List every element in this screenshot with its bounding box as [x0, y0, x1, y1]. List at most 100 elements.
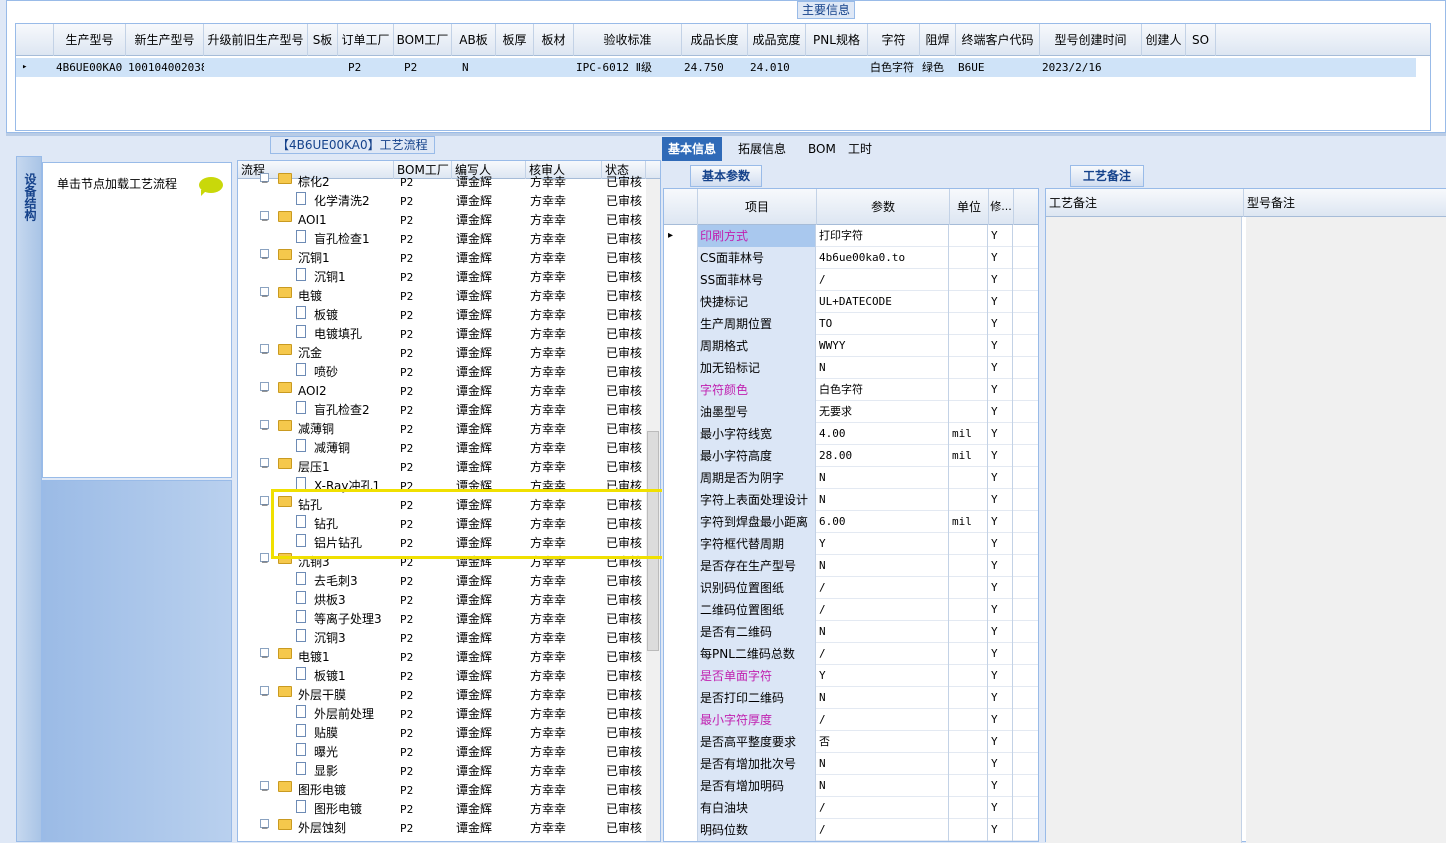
col-header-model-remark[interactable]: 型号备注	[1244, 189, 1295, 217]
tree-row[interactable]: 贴膜 P2 谭金辉 方幸幸 已审核	[238, 724, 648, 743]
tree-row[interactable]: 显影 P2 谭金辉 方幸幸 已审核	[238, 762, 648, 781]
param-value-cell[interactable]: /	[817, 797, 949, 819]
collapse-toggle-icon[interactable]: −	[260, 496, 269, 511]
param-value-cell[interactable]: /	[817, 709, 949, 731]
tree-row[interactable]: 盲孔检查2 P2 谭金辉 方幸幸 已审核	[238, 401, 648, 420]
param-row[interactable]: 字符框代替周期 Y Y	[664, 533, 1038, 555]
tree-row[interactable]: 等离子处理3 P2 谭金辉 方幸幸 已审核	[238, 610, 648, 629]
param-value-cell[interactable]: 4b6ue00ka0.to	[817, 247, 949, 269]
tree-row[interactable]: 沉铜1 P2 谭金辉 方幸幸 已审核	[238, 268, 648, 287]
param-row[interactable]: 最小字符厚度 / Y	[664, 709, 1038, 731]
param-value-cell[interactable]: TO	[817, 313, 949, 335]
param-value-cell[interactable]: 否	[817, 731, 949, 753]
tree-row[interactable]: − AOI1 P2 谭金辉 方幸幸 已审核	[238, 211, 648, 230]
param-value-cell[interactable]: 打印字符	[817, 225, 949, 247]
tree-row[interactable]: 喷砂 P2 谭金辉 方幸幸 已审核	[238, 363, 648, 382]
param-value-cell[interactable]: N	[817, 753, 949, 775]
col-header-param[interactable]: 参数	[817, 189, 950, 225]
param-row[interactable]: 是否有二维码 N Y	[664, 621, 1038, 643]
param-row[interactable]: 周期是否为阴字 N Y	[664, 467, 1038, 489]
tree-row[interactable]: 板镀 P2 谭金辉 方幸幸 已审核	[238, 306, 648, 325]
param-row[interactable]: 字符颜色 白色字符 Y	[664, 379, 1038, 401]
tree-row[interactable]: 图形电镀 P2 谭金辉 方幸幸 已审核	[238, 800, 648, 819]
param-value-cell[interactable]: /	[817, 577, 949, 599]
param-row[interactable]: 明码位数 / Y	[664, 819, 1038, 841]
param-value-cell[interactable]: N	[817, 775, 949, 797]
table-cell[interactable]: 白色字符	[870, 58, 920, 77]
tree-row[interactable]: − 沉金 P2 谭金辉 方幸幸 已审核	[238, 344, 648, 363]
col-header[interactable]: 创建人	[1142, 24, 1186, 56]
collapse-toggle-icon[interactable]: −	[260, 553, 269, 568]
param-row[interactable]: 有白油块 / Y	[664, 797, 1038, 819]
param-row[interactable]: 是否打印二维码 N Y	[664, 687, 1038, 709]
col-header[interactable]: 订单工厂	[338, 24, 394, 56]
collapse-toggle-icon[interactable]: −	[260, 648, 269, 663]
tab-work-hours[interactable]: 工时	[842, 137, 878, 161]
tab-basic-info[interactable]: 基本信息	[662, 137, 723, 161]
col-header[interactable]: PNL规格	[806, 24, 868, 56]
param-row[interactable]: 是否高平整度要求否 Y	[664, 731, 1038, 753]
tab-basic-params[interactable]: 基本参数	[690, 165, 762, 187]
param-value-cell[interactable]: /	[817, 269, 949, 291]
param-value-cell[interactable]: Y	[817, 665, 949, 687]
col-header[interactable]: S板	[308, 24, 338, 56]
col-header[interactable]: BOM工厂	[394, 24, 452, 56]
param-row[interactable]: 是否单面字符 Y Y	[664, 665, 1038, 687]
col-header[interactable]: 终端客户代码	[956, 24, 1040, 56]
col-header[interactable]: 型号创建时间	[1040, 24, 1142, 56]
collapse-toggle-icon[interactable]: −	[260, 819, 269, 834]
tree-row[interactable]: − 减薄铜 P2 谭金辉 方幸幸 已审核	[238, 420, 648, 439]
param-value-cell[interactable]: N	[817, 489, 949, 511]
model-remark-field[interactable]	[1246, 217, 1446, 843]
collapse-toggle-icon[interactable]: −	[260, 420, 269, 435]
table-row[interactable]: ▸ 4B6UE00KA010010400203895P2P2NIPC-6012 …	[16, 58, 1416, 77]
param-row[interactable]: 二维码位置图纸 / Y	[664, 599, 1038, 621]
process-remark-field[interactable]	[1046, 217, 1242, 843]
tree-row[interactable]: − 电镀1 P2 谭金辉 方幸幸 已审核	[238, 648, 648, 667]
tree-row[interactable]: − 外层蚀刻 P2 谭金辉 方幸幸 已审核	[238, 819, 648, 838]
tab-extended-info[interactable]: 拓展信息	[732, 137, 792, 161]
param-row[interactable]: 字符到焊盘最小距离 6.00 mil Y	[664, 511, 1038, 533]
param-value-cell[interactable]: N	[817, 357, 949, 379]
tree-row[interactable]: − 电镀 P2 谭金辉 方幸幸 已审核	[238, 287, 648, 306]
collapse-toggle-icon[interactable]: −	[260, 686, 269, 701]
collapse-toggle-icon[interactable]: −	[260, 249, 269, 264]
tree-row[interactable]: − 棕化2 P2 谭金辉 方幸幸 已审核	[238, 173, 648, 192]
col-header[interactable]: 成品宽度	[748, 24, 806, 56]
col-header-process-remark[interactable]: 工艺备注	[1046, 189, 1244, 217]
param-row[interactable]: 油墨型号 无要求 Y	[664, 401, 1038, 423]
tree-row[interactable]: 板镀1 P2 谭金辉 方幸幸 已审核	[238, 667, 648, 686]
col-header[interactable]: 字符	[868, 24, 920, 56]
table-cell[interactable]: 10010400203895	[128, 58, 204, 77]
param-value-cell[interactable]: UL+DATECODE	[817, 291, 949, 313]
param-row[interactable]: 字符上表面处理设计 N Y	[664, 489, 1038, 511]
table-cell[interactable]: P2	[348, 58, 402, 77]
collapse-toggle-icon[interactable]: −	[260, 173, 269, 188]
table-cell[interactable]: P2	[404, 58, 460, 77]
param-value-cell[interactable]: /	[817, 643, 949, 665]
param-row[interactable]: 最小字符线宽 4.00 mil Y	[664, 423, 1038, 445]
tree-row[interactable]: − 沉铜1 P2 谭金辉 方幸幸 已审核	[238, 249, 648, 268]
param-row[interactable]: 最小字符高度 28.00 mil Y	[664, 445, 1038, 467]
param-value-cell[interactable]: /	[817, 599, 949, 621]
table-cell[interactable]: 24.750	[684, 58, 748, 77]
param-row[interactable]: ▸ 印刷方式 打印字符 Y	[664, 225, 1038, 247]
param-row[interactable]: SS面菲林号 / Y	[664, 269, 1038, 291]
param-value-cell[interactable]: 4.00	[817, 423, 949, 445]
param-value-cell[interactable]: N	[817, 687, 949, 709]
collapse-toggle-icon[interactable]: −	[260, 344, 269, 359]
tab-process-remark[interactable]: 工艺备注	[1070, 165, 1144, 187]
col-header-unit[interactable]: 单位	[950, 189, 989, 225]
param-value-cell[interactable]: N	[817, 555, 949, 577]
tree-row[interactable]: 电镀填孔 P2 谭金辉 方幸幸 已审核	[238, 325, 648, 344]
col-header[interactable]: 生产型号	[54, 24, 126, 56]
table-cell[interactable]: IPC-6012 Ⅱ级	[576, 58, 682, 77]
col-header[interactable]: SO	[1186, 24, 1216, 56]
param-row[interactable]: 是否有增加明码 N Y	[664, 775, 1038, 797]
col-header[interactable]: 验收标准	[574, 24, 682, 56]
param-value-cell[interactable]: N	[817, 621, 949, 643]
col-header[interactable]: 成品长度	[682, 24, 748, 56]
collapse-toggle-icon[interactable]: −	[260, 382, 269, 397]
param-row[interactable]: 是否有增加批次号 N Y	[664, 753, 1038, 775]
col-header[interactable]: 阻焊	[920, 24, 956, 56]
